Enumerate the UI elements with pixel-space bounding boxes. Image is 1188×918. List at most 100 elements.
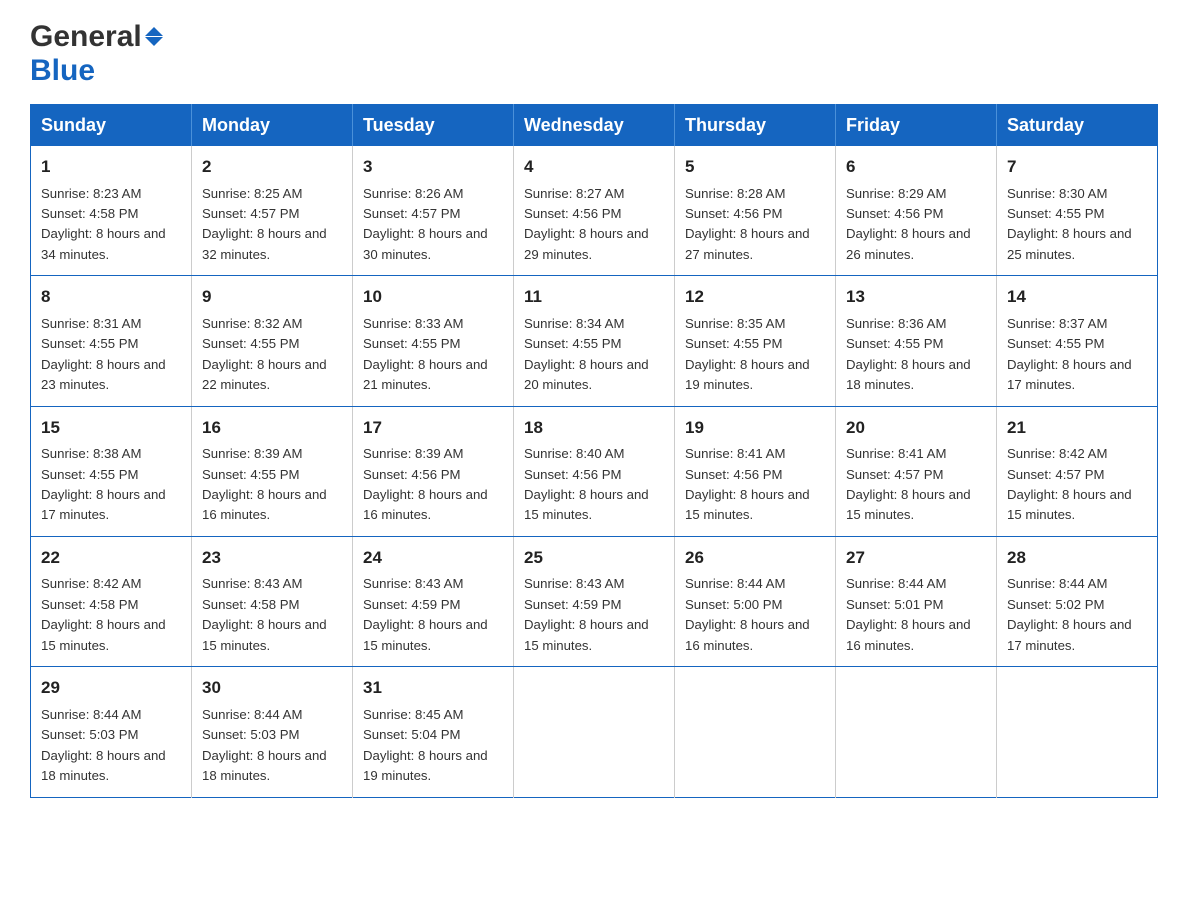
day-info: Sunrise: 8:29 AMSunset: 4:56 PMDaylight:… xyxy=(846,186,971,262)
day-info: Sunrise: 8:43 AMSunset: 4:58 PMDaylight:… xyxy=(202,576,327,652)
day-number: 28 xyxy=(1007,545,1147,571)
day-number: 8 xyxy=(41,284,181,310)
day-info: Sunrise: 8:31 AMSunset: 4:55 PMDaylight:… xyxy=(41,316,166,392)
day-number: 16 xyxy=(202,415,342,441)
calendar-cell: 20 Sunrise: 8:41 AMSunset: 4:57 PMDaylig… xyxy=(836,406,997,536)
day-number: 13 xyxy=(846,284,986,310)
logo: General Blue xyxy=(30,20,163,88)
day-number: 9 xyxy=(202,284,342,310)
calendar-cell: 14 Sunrise: 8:37 AMSunset: 4:55 PMDaylig… xyxy=(997,276,1158,406)
page-header: General Blue xyxy=(30,20,1158,88)
calendar-week-row: 8 Sunrise: 8:31 AMSunset: 4:55 PMDayligh… xyxy=(31,276,1158,406)
day-number: 1 xyxy=(41,154,181,180)
calendar-cell: 10 Sunrise: 8:33 AMSunset: 4:55 PMDaylig… xyxy=(353,276,514,406)
day-info: Sunrise: 8:35 AMSunset: 4:55 PMDaylight:… xyxy=(685,316,810,392)
day-info: Sunrise: 8:41 AMSunset: 4:56 PMDaylight:… xyxy=(685,446,810,522)
day-info: Sunrise: 8:25 AMSunset: 4:57 PMDaylight:… xyxy=(202,186,327,262)
calendar-week-row: 1 Sunrise: 8:23 AMSunset: 4:58 PMDayligh… xyxy=(31,146,1158,276)
day-info: Sunrise: 8:27 AMSunset: 4:56 PMDaylight:… xyxy=(524,186,649,262)
day-number: 21 xyxy=(1007,415,1147,441)
day-number: 6 xyxy=(846,154,986,180)
calendar-cell: 2 Sunrise: 8:25 AMSunset: 4:57 PMDayligh… xyxy=(192,146,353,276)
day-info: Sunrise: 8:43 AMSunset: 4:59 PMDaylight:… xyxy=(524,576,649,652)
calendar-cell xyxy=(836,667,997,797)
calendar-week-row: 29 Sunrise: 8:44 AMSunset: 5:03 PMDaylig… xyxy=(31,667,1158,797)
calendar-cell: 26 Sunrise: 8:44 AMSunset: 5:00 PMDaylig… xyxy=(675,536,836,666)
day-info: Sunrise: 8:44 AMSunset: 5:03 PMDaylight:… xyxy=(41,707,166,783)
logo-general-text: General xyxy=(30,20,142,54)
calendar-cell: 7 Sunrise: 8:30 AMSunset: 4:55 PMDayligh… xyxy=(997,146,1158,276)
calendar-cell xyxy=(997,667,1158,797)
calendar-cell: 24 Sunrise: 8:43 AMSunset: 4:59 PMDaylig… xyxy=(353,536,514,666)
calendar-cell: 3 Sunrise: 8:26 AMSunset: 4:57 PMDayligh… xyxy=(353,146,514,276)
day-number: 29 xyxy=(41,675,181,701)
day-number: 7 xyxy=(1007,154,1147,180)
day-number: 10 xyxy=(363,284,503,310)
day-info: Sunrise: 8:44 AMSunset: 5:01 PMDaylight:… xyxy=(846,576,971,652)
calendar-cell: 12 Sunrise: 8:35 AMSunset: 4:55 PMDaylig… xyxy=(675,276,836,406)
logo-arrow-icon xyxy=(145,27,163,46)
day-info: Sunrise: 8:30 AMSunset: 4:55 PMDaylight:… xyxy=(1007,186,1132,262)
calendar-cell: 17 Sunrise: 8:39 AMSunset: 4:56 PMDaylig… xyxy=(353,406,514,536)
day-number: 18 xyxy=(524,415,664,441)
day-number: 12 xyxy=(685,284,825,310)
calendar-cell: 9 Sunrise: 8:32 AMSunset: 4:55 PMDayligh… xyxy=(192,276,353,406)
day-info: Sunrise: 8:28 AMSunset: 4:56 PMDaylight:… xyxy=(685,186,810,262)
calendar-header-saturday: Saturday xyxy=(997,105,1158,147)
day-info: Sunrise: 8:45 AMSunset: 5:04 PMDaylight:… xyxy=(363,707,488,783)
calendar-cell: 1 Sunrise: 8:23 AMSunset: 4:58 PMDayligh… xyxy=(31,146,192,276)
day-number: 15 xyxy=(41,415,181,441)
calendar-header-row: SundayMondayTuesdayWednesdayThursdayFrid… xyxy=(31,105,1158,147)
day-info: Sunrise: 8:33 AMSunset: 4:55 PMDaylight:… xyxy=(363,316,488,392)
calendar-cell: 27 Sunrise: 8:44 AMSunset: 5:01 PMDaylig… xyxy=(836,536,997,666)
calendar-table: SundayMondayTuesdayWednesdayThursdayFrid… xyxy=(30,104,1158,798)
day-number: 30 xyxy=(202,675,342,701)
day-info: Sunrise: 8:42 AMSunset: 4:58 PMDaylight:… xyxy=(41,576,166,652)
day-info: Sunrise: 8:41 AMSunset: 4:57 PMDaylight:… xyxy=(846,446,971,522)
day-number: 31 xyxy=(363,675,503,701)
day-number: 26 xyxy=(685,545,825,571)
calendar-cell: 21 Sunrise: 8:42 AMSunset: 4:57 PMDaylig… xyxy=(997,406,1158,536)
calendar-cell: 25 Sunrise: 8:43 AMSunset: 4:59 PMDaylig… xyxy=(514,536,675,666)
calendar-header-friday: Friday xyxy=(836,105,997,147)
day-info: Sunrise: 8:39 AMSunset: 4:55 PMDaylight:… xyxy=(202,446,327,522)
day-number: 4 xyxy=(524,154,664,180)
calendar-cell: 8 Sunrise: 8:31 AMSunset: 4:55 PMDayligh… xyxy=(31,276,192,406)
day-number: 5 xyxy=(685,154,825,180)
calendar-cell: 18 Sunrise: 8:40 AMSunset: 4:56 PMDaylig… xyxy=(514,406,675,536)
calendar-week-row: 22 Sunrise: 8:42 AMSunset: 4:58 PMDaylig… xyxy=(31,536,1158,666)
day-info: Sunrise: 8:34 AMSunset: 4:55 PMDaylight:… xyxy=(524,316,649,392)
day-number: 25 xyxy=(524,545,664,571)
calendar-cell: 5 Sunrise: 8:28 AMSunset: 4:56 PMDayligh… xyxy=(675,146,836,276)
day-number: 2 xyxy=(202,154,342,180)
calendar-week-row: 15 Sunrise: 8:38 AMSunset: 4:55 PMDaylig… xyxy=(31,406,1158,536)
day-number: 22 xyxy=(41,545,181,571)
calendar-cell: 30 Sunrise: 8:44 AMSunset: 5:03 PMDaylig… xyxy=(192,667,353,797)
day-info: Sunrise: 8:42 AMSunset: 4:57 PMDaylight:… xyxy=(1007,446,1132,522)
calendar-cell: 15 Sunrise: 8:38 AMSunset: 4:55 PMDaylig… xyxy=(31,406,192,536)
day-number: 19 xyxy=(685,415,825,441)
day-number: 20 xyxy=(846,415,986,441)
day-number: 3 xyxy=(363,154,503,180)
calendar-cell: 16 Sunrise: 8:39 AMSunset: 4:55 PMDaylig… xyxy=(192,406,353,536)
calendar-cell xyxy=(514,667,675,797)
day-info: Sunrise: 8:44 AMSunset: 5:02 PMDaylight:… xyxy=(1007,576,1132,652)
day-info: Sunrise: 8:44 AMSunset: 5:00 PMDaylight:… xyxy=(685,576,810,652)
calendar-cell: 13 Sunrise: 8:36 AMSunset: 4:55 PMDaylig… xyxy=(836,276,997,406)
calendar-cell: 31 Sunrise: 8:45 AMSunset: 5:04 PMDaylig… xyxy=(353,667,514,797)
day-number: 23 xyxy=(202,545,342,571)
day-info: Sunrise: 8:44 AMSunset: 5:03 PMDaylight:… xyxy=(202,707,327,783)
calendar-cell: 4 Sunrise: 8:27 AMSunset: 4:56 PMDayligh… xyxy=(514,146,675,276)
calendar-header-monday: Monday xyxy=(192,105,353,147)
calendar-cell: 28 Sunrise: 8:44 AMSunset: 5:02 PMDaylig… xyxy=(997,536,1158,666)
day-info: Sunrise: 8:40 AMSunset: 4:56 PMDaylight:… xyxy=(524,446,649,522)
day-info: Sunrise: 8:39 AMSunset: 4:56 PMDaylight:… xyxy=(363,446,488,522)
calendar-cell: 19 Sunrise: 8:41 AMSunset: 4:56 PMDaylig… xyxy=(675,406,836,536)
day-number: 14 xyxy=(1007,284,1147,310)
day-info: Sunrise: 8:43 AMSunset: 4:59 PMDaylight:… xyxy=(363,576,488,652)
calendar-cell: 22 Sunrise: 8:42 AMSunset: 4:58 PMDaylig… xyxy=(31,536,192,666)
day-number: 17 xyxy=(363,415,503,441)
calendar-cell xyxy=(675,667,836,797)
calendar-cell: 6 Sunrise: 8:29 AMSunset: 4:56 PMDayligh… xyxy=(836,146,997,276)
day-number: 27 xyxy=(846,545,986,571)
